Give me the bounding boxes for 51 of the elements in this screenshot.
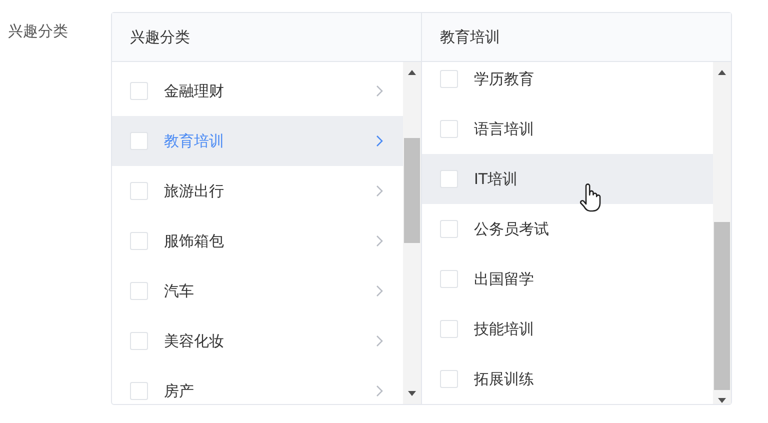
category-item[interactable]: 美容化妆 (112, 316, 403, 366)
item-label: 技能培训 (474, 318, 534, 340)
pointer-hand-icon (579, 183, 603, 213)
scrollbar[interactable] (713, 62, 731, 404)
item-label: 金融理财 (164, 80, 224, 102)
category-item[interactable]: 金融理财 (112, 66, 403, 116)
item-label: 学历教育 (474, 68, 534, 90)
category-item[interactable]: 语言培训 (422, 104, 713, 154)
item-label: 旅游出行 (164, 180, 224, 202)
item-label: 出国留学 (474, 268, 534, 290)
column-header: 兴趣分类 (130, 26, 190, 48)
item-label: 服饰箱包 (164, 230, 224, 252)
scroll-up-icon[interactable] (408, 70, 416, 75)
category-item[interactable]: 出国留学 (422, 254, 713, 304)
checkbox[interactable] (130, 182, 148, 200)
checkbox[interactable] (440, 370, 458, 388)
checkbox[interactable] (130, 382, 148, 400)
scroll-down-icon[interactable] (718, 398, 726, 403)
scrollbar[interactable] (403, 62, 421, 404)
item-label: 拓展训练 (474, 368, 534, 390)
category-item[interactable]: 房产 (112, 366, 403, 404)
checkbox[interactable] (130, 332, 148, 350)
category-item[interactable]: IT培训 (422, 154, 713, 204)
checkbox[interactable] (440, 170, 458, 188)
category-item[interactable]: 拓展训练 (422, 354, 713, 404)
checkbox[interactable] (440, 220, 458, 238)
item-label: 教育培训 (164, 130, 224, 152)
category-item[interactable]: 汽车 (112, 266, 403, 316)
column-header: 教育培训 (440, 26, 500, 48)
item-label: 房产 (164, 380, 194, 402)
item-label: 公务员考试 (474, 218, 549, 240)
category-item[interactable]: 学历教育 (422, 62, 713, 104)
item-label: 美容化妆 (164, 330, 224, 352)
checkbox[interactable] (130, 82, 148, 100)
field-label: 兴趣分类 (8, 22, 68, 40)
scroll-down-icon[interactable] (408, 391, 416, 396)
category-item[interactable]: 技能培训 (422, 304, 713, 354)
checkbox[interactable] (440, 70, 458, 88)
checkbox[interactable] (440, 120, 458, 138)
checkbox[interactable] (130, 232, 148, 250)
item-label: 语言培训 (474, 118, 534, 140)
checkbox[interactable] (130, 132, 148, 150)
checkbox[interactable] (130, 282, 148, 300)
item-label: 汽车 (164, 280, 194, 302)
checkbox[interactable] (440, 270, 458, 288)
category-item[interactable]: 旅游出行 (112, 166, 403, 216)
item-label: IT培训 (474, 168, 518, 190)
category-item[interactable]: 服饰箱包 (112, 216, 403, 266)
checkbox[interactable] (440, 320, 458, 338)
category-item[interactable]: 公务员考试 (422, 204, 713, 254)
scroll-up-icon[interactable] (718, 70, 726, 75)
